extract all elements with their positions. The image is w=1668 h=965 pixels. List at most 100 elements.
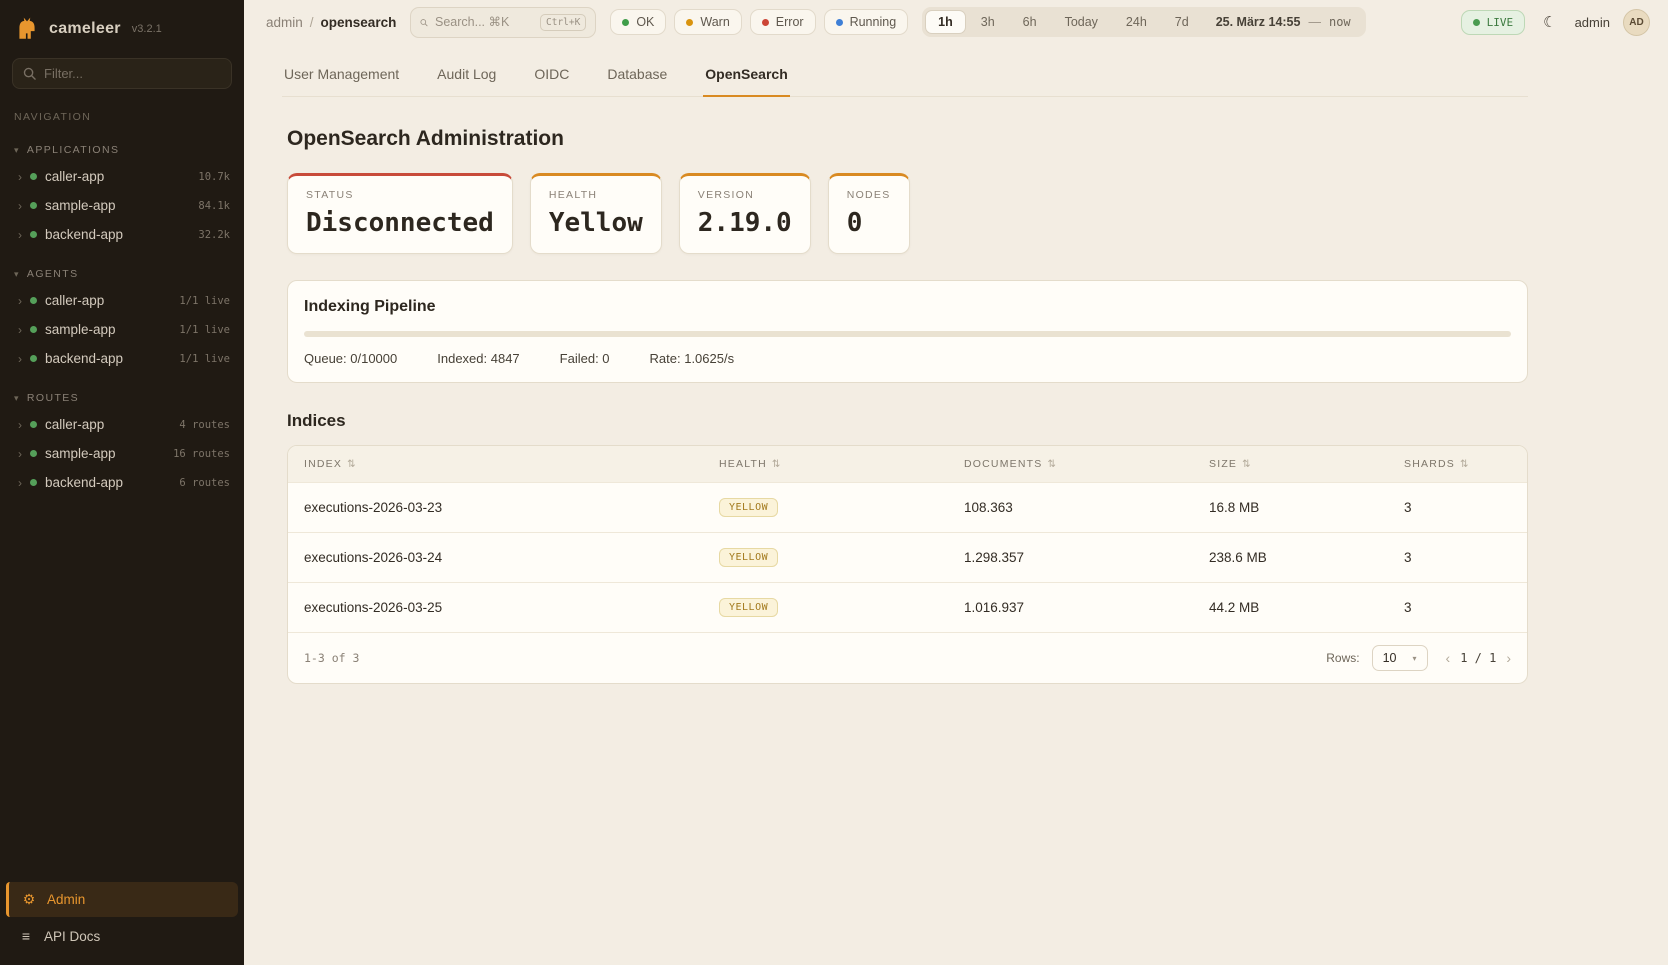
- tab-database[interactable]: Database: [605, 58, 669, 97]
- sidebar-item-api-docs[interactable]: ≡ API Docs: [6, 919, 238, 953]
- filter-label: Warn: [700, 15, 729, 29]
- filter-error[interactable]: Error: [750, 9, 816, 35]
- sidebar-item-caller-app[interactable]: › caller-app 1/1 live: [0, 286, 244, 315]
- sidebar-item-badge: 16 routes: [173, 448, 230, 460]
- column-label: SIZE: [1209, 458, 1237, 470]
- filter-warn[interactable]: Warn: [674, 9, 741, 35]
- time-range-24h[interactable]: 24h: [1113, 10, 1160, 34]
- sidebar-item-sample-app[interactable]: › sample-app 1/1 live: [0, 315, 244, 344]
- column-header-documents[interactable]: DOCUMENTS ⇅: [948, 446, 1193, 482]
- filter-running[interactable]: Running: [824, 9, 909, 35]
- tab-audit-log[interactable]: Audit Log: [435, 58, 498, 97]
- sidebar-item-sample-app[interactable]: › sample-app 16 routes: [0, 439, 244, 468]
- sidebar-item-badge: 1/1 live: [179, 295, 230, 307]
- filter-ok[interactable]: OK: [610, 9, 666, 35]
- user-name: admin: [1575, 15, 1610, 30]
- tab-opensearch[interactable]: OpenSearch: [703, 58, 789, 97]
- breadcrumb: admin / opensearch: [266, 15, 396, 30]
- sidebar-item-badge: 10.7k: [198, 171, 230, 183]
- filter-input[interactable]: [44, 66, 221, 81]
- sidebar-item-backend-app[interactable]: › backend-app 6 routes: [0, 468, 244, 497]
- time-range-display[interactable]: 25. März 14:55 — now: [1204, 15, 1363, 29]
- time-range-selector: 1h 3h 6h Today 24h 7d 25. März 14:55 — n…: [922, 7, 1366, 37]
- status-dot: [30, 297, 37, 304]
- global-search[interactable]: Ctrl+K: [410, 7, 596, 38]
- column-label: HEALTH: [719, 458, 767, 470]
- stat-label: STATUS: [306, 189, 494, 201]
- sidebar-section-routes: ▾ ROUTES › caller-app 4 routes › sample-…: [0, 389, 244, 497]
- rows-per-page-select[interactable]: 10 ▾: [1372, 645, 1428, 671]
- status-filters: OK Warn Error Running: [610, 9, 908, 35]
- cell-index: executions-2026-03-23: [288, 485, 703, 530]
- sidebar-item-sample-app[interactable]: › sample-app 84.1k: [0, 191, 244, 220]
- time-range-6h[interactable]: 6h: [1010, 10, 1050, 34]
- sidebar-item-label: backend-app: [45, 351, 123, 366]
- table-row[interactable]: executions-2026-03-25 YELLOW 1.016.937 4…: [288, 582, 1527, 632]
- sort-icon: ⇅: [1047, 459, 1057, 470]
- sidebar-item-backend-app[interactable]: › backend-app 1/1 live: [0, 344, 244, 373]
- table-footer-right: Rows: 10 ▾ ‹ 1 / 1 ›: [1326, 645, 1511, 671]
- breadcrumb-parent[interactable]: admin: [266, 15, 303, 30]
- page-indicator: 1 / 1: [1460, 651, 1496, 665]
- live-dot: [1473, 19, 1480, 26]
- time-range-7d[interactable]: 7d: [1162, 10, 1202, 34]
- column-label: DOCUMENTS: [964, 458, 1042, 470]
- sidebar-item-admin[interactable]: ⚙ Admin: [6, 882, 238, 917]
- cell-health: YELLOW: [703, 483, 948, 532]
- avatar[interactable]: AD: [1623, 9, 1650, 36]
- sidebar-item-badge: 6 routes: [179, 477, 230, 489]
- section-header-applications[interactable]: ▾ APPLICATIONS: [0, 141, 244, 162]
- search-input[interactable]: [435, 15, 533, 29]
- time-range-1h[interactable]: 1h: [925, 10, 966, 34]
- tab-user-management[interactable]: User Management: [282, 58, 401, 97]
- section-header-routes[interactable]: ▾ ROUTES: [0, 389, 244, 410]
- cell-shards: 3: [1388, 535, 1527, 580]
- pipeline-progress-bar: [304, 331, 1511, 337]
- column-header-health[interactable]: HEALTH⇅: [703, 446, 948, 482]
- pipeline-failed: Failed: 0: [560, 351, 610, 366]
- section-label: APPLICATIONS: [27, 144, 119, 156]
- chevron-right-icon: ›: [18, 352, 22, 366]
- next-page-button[interactable]: ›: [1506, 650, 1511, 666]
- range-dash: —: [1308, 15, 1321, 29]
- tab-oidc[interactable]: OIDC: [532, 58, 571, 97]
- rows-per-page-value: 10: [1383, 651, 1397, 665]
- sidebar-item-label: sample-app: [45, 198, 116, 213]
- list-icon: ≡: [18, 928, 34, 944]
- filter-label: Error: [776, 15, 804, 29]
- table-row[interactable]: executions-2026-03-24 YELLOW 1.298.357 2…: [288, 532, 1527, 582]
- sort-icon: ⇅: [347, 459, 357, 470]
- indices-title: Indices: [287, 411, 1528, 431]
- chevron-down-icon: ▾: [14, 269, 20, 280]
- column-header-index[interactable]: INDEX⇅: [288, 446, 703, 482]
- sidebar-section-applications: ▾ APPLICATIONS › caller-app 10.7k › samp…: [0, 141, 244, 249]
- sidebar-filter[interactable]: [12, 58, 232, 89]
- chevron-down-icon: ▾: [14, 145, 20, 156]
- live-indicator[interactable]: LIVE: [1461, 10, 1526, 35]
- sort-icon: ⇅: [1242, 459, 1252, 470]
- column-header-size[interactable]: SIZE ⇅: [1193, 446, 1388, 482]
- sidebar-item-caller-app[interactable]: › caller-app 4 routes: [0, 410, 244, 439]
- time-range-today[interactable]: Today: [1052, 10, 1111, 34]
- column-header-shards[interactable]: SHARDS⇅: [1388, 446, 1527, 482]
- chevron-down-icon: ▾: [14, 393, 20, 404]
- section-header-agents[interactable]: ▾ AGENTS: [0, 265, 244, 286]
- sidebar-item-caller-app[interactable]: › caller-app 10.7k: [0, 162, 244, 191]
- error-dot: [762, 19, 769, 26]
- status-dot: [30, 421, 37, 428]
- cell-health: YELLOW: [703, 583, 948, 632]
- search-shortcut: Ctrl+K: [540, 14, 586, 31]
- table-row[interactable]: executions-2026-03-23 YELLOW 108.363 16.…: [288, 482, 1527, 532]
- pipeline-rate: Rate: 1.0625/s: [650, 351, 735, 366]
- prev-page-button[interactable]: ‹: [1446, 650, 1451, 666]
- status-dot: [30, 326, 37, 333]
- sidebar-item-backend-app[interactable]: › backend-app 32.2k: [0, 220, 244, 249]
- time-range-3h[interactable]: 3h: [968, 10, 1008, 34]
- status-dot: [30, 479, 37, 486]
- logo: cameleer v3.2.1: [0, 0, 244, 56]
- rows-per-page-label: Rows:: [1326, 651, 1359, 665]
- warn-dot: [686, 19, 693, 26]
- dark-mode-toggle[interactable]: ☾: [1538, 10, 1561, 34]
- filter-label: Running: [850, 15, 897, 29]
- status-dot: [30, 355, 37, 362]
